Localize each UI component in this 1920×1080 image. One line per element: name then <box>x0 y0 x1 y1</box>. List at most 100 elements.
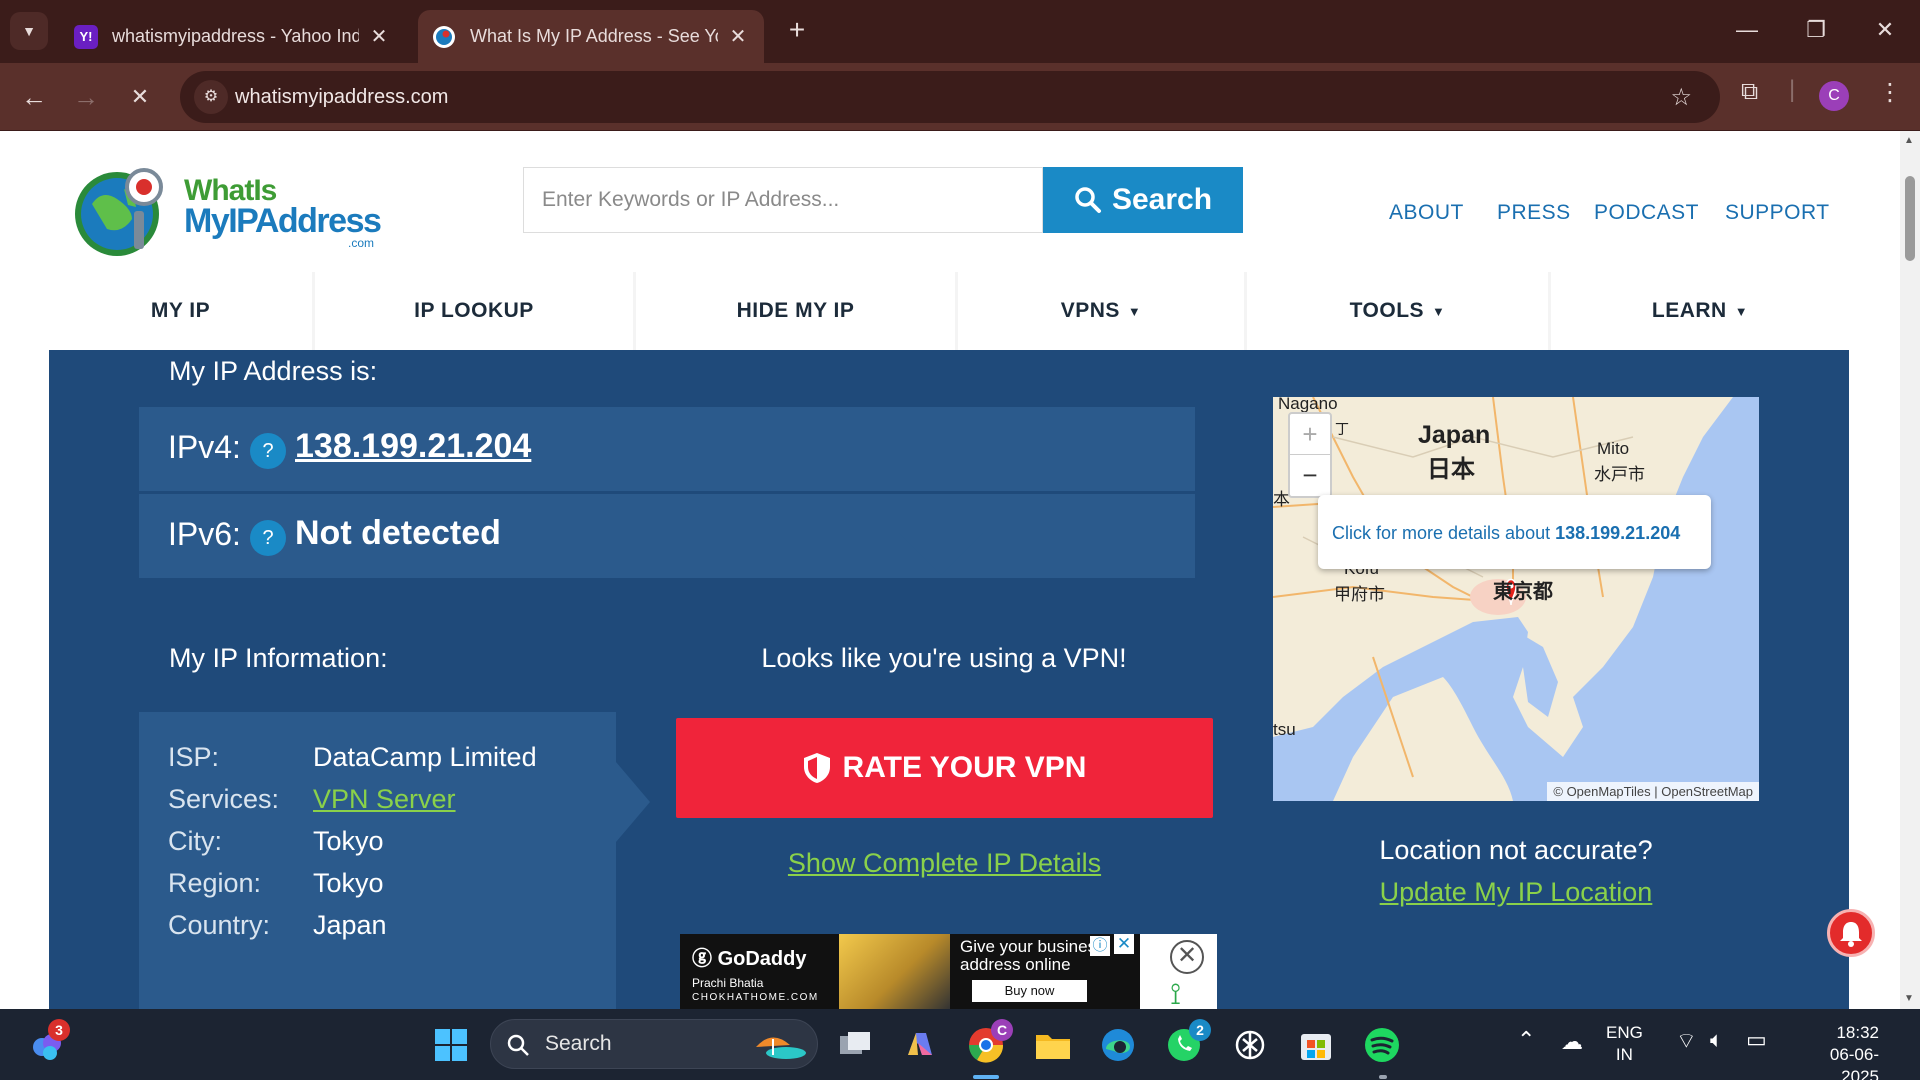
country-label: Country: <box>168 910 271 940</box>
location-map[interactable]: Nagano Japan 日本 Mito 水戸市 Kofu 甲府市 東京都 ts… <box>1273 397 1759 801</box>
ip-info-box: ISP: DataCamp Limited Services: VPN Serv… <box>139 712 616 1009</box>
zoom-in-button[interactable]: + <box>1290 414 1330 455</box>
close-tab-icon[interactable]: ✕ <box>367 24 391 49</box>
tab-title: whatismyipaddress - Yahoo Ind <box>112 26 359 46</box>
back-arrow-icon[interactable]: ← <box>14 77 54 117</box>
tab-whatismyip[interactable]: What Is My IP Address - See Yo ✕ <box>418 10 764 63</box>
main-nav: MY IP IP LOOKUP HIDE MY IP VPNS ▼ TOOLS ▼ … <box>49 272 1849 350</box>
microsoft-store-icon[interactable] <box>1296 1025 1336 1065</box>
services-link[interactable]: VPN Server <box>313 784 456 815</box>
isp-value: DataCamp Limited <box>313 742 537 772</box>
map-label-edge: tsu <box>1273 720 1296 739</box>
task-view-icon[interactable] <box>835 1025 875 1065</box>
popup-ip[interactable]: 138.199.21.204 <box>1555 523 1680 543</box>
link-press[interactable]: PRESS <box>1497 201 1571 225</box>
isp-label: ISP: <box>168 742 220 772</box>
spotify-icon[interactable] <box>1362 1025 1402 1065</box>
caret-down-icon: ▼ <box>1734 303 1749 319</box>
help-icon[interactable]: ? <box>250 520 286 556</box>
nav-my-ip[interactable]: MY IP <box>49 272 312 350</box>
site-settings-icon[interactable]: ⚙ <box>194 80 228 114</box>
url-text[interactable]: whatismyipaddress.com <box>235 86 448 109</box>
nav-ip-lookup[interactable]: IP LOOKUP <box>315 272 633 350</box>
profile-avatar[interactable]: C <box>1819 81 1849 111</box>
page-scrollbar[interactable]: ▲ ▼ <box>1900 131 1920 1009</box>
copilot-app-icon[interactable] <box>900 1025 940 1065</box>
browser-toolbar: ← → ✕ ⚙ whatismyipaddress.com ☆ ⧉ | C ⋮ <box>0 63 1920 131</box>
nav-vpns[interactable]: VPNS ▼ <box>958 272 1244 350</box>
show-details-link[interactable]: Show Complete IP Details <box>676 848 1213 879</box>
ad-close-icon[interactable]: ✕ <box>1170 940 1204 974</box>
ad-info-icon[interactable]: ⓘ <box>1090 936 1110 956</box>
city-value: Tokyo <box>313 826 384 856</box>
caret-down-icon: ▼ <box>1127 303 1142 319</box>
clock[interactable]: 18:32 06-06-2025 <box>1795 1022 1879 1080</box>
forward-arrow-icon[interactable]: → <box>66 77 106 117</box>
region-value: Tokyo <box>313 868 384 898</box>
link-podcast[interactable]: PODCAST <box>1594 201 1699 225</box>
ad-cta-button[interactable]: Buy now <box>972 980 1087 1002</box>
ad-site: CHOKHATHOME.COM <box>692 992 819 1003</box>
update-location-link[interactable]: Update My IP Location <box>1273 877 1759 908</box>
map-attribution[interactable]: © OpenMapTiles | OpenStreetMap <box>1547 782 1759 801</box>
language-text: ENG <box>1606 1023 1643 1042</box>
minimize-icon[interactable]: — <box>1723 10 1771 50</box>
file-explorer-icon[interactable] <box>1033 1025 1073 1065</box>
scrollbar-thumb[interactable] <box>1905 176 1915 261</box>
ad-headline: Give your business address online <box>960 937 1105 974</box>
rate-vpn-button[interactable]: RATE YOUR VPN <box>676 718 1213 818</box>
ad-x-icon[interactable]: ✕ <box>1114 934 1134 954</box>
show-hidden-icons-chevron-icon[interactable]: ⌃ <box>1517 1027 1535 1053</box>
chatgpt-icon[interactable] <box>1230 1025 1270 1065</box>
globe-favicon-icon <box>432 25 456 49</box>
map-popup[interactable]: Click for more details about 138.199.21.… <box>1318 495 1711 569</box>
tab-yahoo[interactable]: Y! whatismyipaddress - Yahoo Ind ✕ <box>60 10 405 63</box>
extensions-icon[interactable]: ⧉ <box>1741 78 1758 106</box>
scroll-down-icon[interactable]: ▼ <box>1904 993 1914 1004</box>
edge-icon[interactable] <box>1098 1025 1138 1065</box>
vpn-detected-message: Looks like you're using a VPN! <box>761 643 1127 673</box>
bookmark-star-icon[interactable]: ☆ <box>1670 83 1692 112</box>
ad-banner[interactable]: ⓖ GoDaddy Prachi Bhatia CHOKHATHOME.COM … <box>680 934 1217 1009</box>
ipv4-row: IPv4: ? 138.199.21.204 <box>139 407 1195 491</box>
ad-person: Prachi Bhatia <box>692 976 764 990</box>
stop-loading-icon[interactable]: ✕ <box>120 77 160 117</box>
ipv6-row: IPv6: ? Not detected <box>139 494 1195 578</box>
nav-tools[interactable]: TOOLS ▼ <box>1247 272 1548 350</box>
map-label-kofu-jp: 甲府市 <box>1334 585 1385 604</box>
nav-hide-my-ip[interactable]: HIDE MY IP <box>636 272 955 350</box>
link-support[interactable]: SUPPORT <box>1725 201 1830 225</box>
region-label: Region: <box>168 868 262 898</box>
map-label-tokyo-jp: 東京都 <box>1493 581 1553 603</box>
site-search-input[interactable]: Enter Keywords or IP Address... <box>523 167 1043 233</box>
clock-date: 06-06-2025 <box>1829 1045 1879 1080</box>
new-tab-button[interactable]: + <box>780 14 814 48</box>
notification-bell-icon[interactable] <box>1827 909 1875 957</box>
windows-taskbar: 3 Search C 2 ⌃ ☁ ENG IN ⌔ 🔈︎ ▭ 18:32 06-… <box>0 1009 1920 1080</box>
caret-down-icon: ▼ <box>1432 303 1446 319</box>
site-logo[interactable]: WhatIs MyIPAddress .com <box>70 156 390 256</box>
ipv4-value[interactable]: 138.199.21.204 <box>295 427 531 466</box>
volume-icon[interactable]: 🔈︎ <box>1710 1027 1723 1053</box>
tab-search-button[interactable]: ▼ <box>10 12 48 50</box>
more-menu-icon[interactable]: ⋮ <box>1878 78 1902 107</box>
nav-learn[interactable]: LEARN ▼ <box>1551 272 1849 350</box>
onedrive-cloud-icon[interactable]: ☁ <box>1561 1029 1583 1055</box>
speech-pointer <box>899 533 983 575</box>
language-indicator[interactable]: ENG IN <box>1606 1022 1643 1066</box>
close-window-icon[interactable]: ✕ <box>1861 10 1909 50</box>
close-tab-icon[interactable]: ✕ <box>726 24 750 49</box>
start-windows-icon[interactable] <box>431 1025 471 1065</box>
search-icon <box>1075 187 1101 213</box>
site-search-button[interactable]: Search <box>1043 167 1243 233</box>
zoom-out-button[interactable]: − <box>1290 455 1330 496</box>
nav-label: HIDE MY IP <box>736 299 855 322</box>
help-icon[interactable]: ? <box>250 433 286 469</box>
ad-brand-mark-icon: ⟟ <box>1170 978 1182 1009</box>
scroll-up-icon[interactable]: ▲ <box>1904 135 1914 146</box>
address-bar[interactable]: ⚙ whatismyipaddress.com ☆ <box>180 71 1720 123</box>
wifi-icon[interactable]: ⌔ <box>1676 1027 1697 1055</box>
battery-icon[interactable]: ▭ <box>1746 1027 1767 1053</box>
restore-window-icon[interactable]: ❐ <box>1792 10 1840 50</box>
link-about[interactable]: ABOUT <box>1389 201 1464 225</box>
